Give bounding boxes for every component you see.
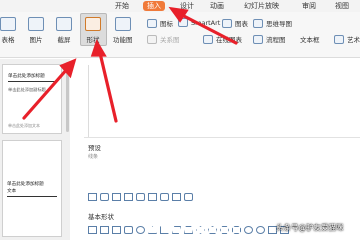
slide-canvas[interactable] xyxy=(71,59,360,137)
pie-shape[interactable] xyxy=(256,226,265,234)
mind-map-button[interactable]: 思维导图 xyxy=(253,18,292,28)
table-icon xyxy=(0,17,16,31)
trapezoid-shape[interactable] xyxy=(184,226,193,234)
flowchart-label: 流程图 xyxy=(266,36,286,44)
online-chart-label: 在线图表 xyxy=(216,36,242,44)
smartart-icon xyxy=(178,18,188,27)
rounded-rectangle-shape[interactable] xyxy=(100,193,109,201)
canvas-guide-line xyxy=(88,65,89,137)
rectangle-shape[interactable] xyxy=(112,193,121,201)
wordart-label: 艺术 xyxy=(347,36,360,44)
wordart-icon xyxy=(334,34,344,44)
shape-button[interactable]: 形状 xyxy=(85,17,101,44)
icon-label: 图标 xyxy=(160,20,173,28)
rectangle-shape[interactable] xyxy=(88,193,97,201)
relation-chart-button[interactable]: 关系图 xyxy=(147,34,180,44)
online-chart-button[interactable]: 在线图表 xyxy=(203,34,242,44)
relation-chart-icon xyxy=(147,34,157,44)
menu-home[interactable]: 开始 xyxy=(115,0,129,12)
slide2-title-line2: 文本 xyxy=(7,189,17,194)
icon-library-icon xyxy=(147,18,157,28)
function-chart-button[interactable]: 功能图 xyxy=(113,17,133,44)
octagon-shape[interactable] xyxy=(232,226,241,234)
slide1-title: 单击此处添加标题 xyxy=(8,74,45,79)
rounded-rectangle-shape[interactable] xyxy=(124,226,133,234)
slide-thumbnail-2[interactable]: 单击此处添加标题 文本 xyxy=(2,140,62,237)
shape-label: 形状 xyxy=(86,36,100,44)
image-label: 图片 xyxy=(29,36,43,44)
mind-map-icon xyxy=(253,18,263,28)
table-label: 表格 xyxy=(1,36,15,44)
image-button[interactable]: 图片 xyxy=(28,17,44,44)
mind-map-label: 思维导图 xyxy=(266,20,292,28)
menu-insert[interactable]: 插入 xyxy=(143,1,165,11)
chart-button[interactable]: 图表 xyxy=(222,18,248,28)
rounded-rectangle-shape[interactable] xyxy=(184,193,193,201)
slide-thumbnail-1[interactable]: 单击此处添加标题 单击此处添加副标题 单击此处添加文本 xyxy=(2,64,62,134)
thumbnail-scrollbar[interactable] xyxy=(66,62,69,132)
rectangle-shape[interactable] xyxy=(124,193,133,201)
textbox-label: 文本框 xyxy=(300,36,320,44)
slide1-divider xyxy=(8,81,56,82)
menu-design[interactable]: 设计 xyxy=(180,0,194,12)
menu-bar: 开始 插入 设计 动画 幻灯片放映 审阅 视图 xyxy=(0,0,360,12)
textbox-shape[interactable] xyxy=(88,226,97,234)
function-chart-label: 功能图 xyxy=(113,36,133,44)
pentagon-shape[interactable] xyxy=(208,226,217,234)
menu-slideshow[interactable]: 幻灯片放映 xyxy=(244,0,279,12)
rectangle-shape[interactable] xyxy=(112,226,121,234)
oval-shape[interactable] xyxy=(136,226,145,234)
screenshot-button[interactable]: 截屏 xyxy=(56,17,72,44)
menu-review[interactable]: 审阅 xyxy=(302,0,316,12)
chart-icon xyxy=(222,18,232,28)
preset-heading: 预设 xyxy=(88,144,101,152)
function-chart-icon xyxy=(114,17,131,31)
preset-shape-row xyxy=(88,193,193,201)
rounded-rectangle-shape[interactable] xyxy=(136,193,145,201)
triangle-shape[interactable] xyxy=(148,226,157,234)
scissors-icon xyxy=(56,17,72,31)
right-triangle-shape[interactable] xyxy=(160,226,169,234)
image-icon xyxy=(28,17,44,31)
flowchart-icon xyxy=(253,34,263,44)
basic-shapes-heading: 基本形状 xyxy=(88,213,114,221)
table-button[interactable]: 表格 xyxy=(0,17,16,44)
slide1-footer: 单击此处添加文本 xyxy=(8,123,40,128)
smartart-label: SmartArt xyxy=(191,18,221,27)
slide2-title: 单击此处添加标题 xyxy=(7,182,44,187)
rounded-rectangle-shape[interactable] xyxy=(160,193,169,201)
rectangle-shape[interactable] xyxy=(148,193,157,201)
menu-animation[interactable]: 动画 xyxy=(210,0,224,12)
menu-view[interactable]: 视图 xyxy=(335,0,349,12)
smartart-button[interactable]: SmartArt xyxy=(178,18,220,27)
app-window: 开始 插入 设计 动画 幻灯片放映 审阅 视图 表格 图片 截屏 形状 功能图 … xyxy=(0,0,360,240)
preset-line-label: 线条 xyxy=(88,154,99,160)
rectangle-shape[interactable] xyxy=(172,193,181,201)
slide1-subtitle: 单击此处添加副标题 xyxy=(8,87,46,92)
shapes-icon xyxy=(85,17,101,31)
slide2-divider xyxy=(7,196,57,197)
icon-button[interactable]: 图标 xyxy=(147,18,173,28)
circle-shape[interactable] xyxy=(244,226,253,234)
wordart-button[interactable]: 艺术 xyxy=(334,34,360,44)
textbox-button[interactable]: 文本框 xyxy=(300,34,320,44)
chart-label: 图表 xyxy=(235,20,248,28)
online-chart-icon xyxy=(203,34,213,44)
screenshot-label: 截屏 xyxy=(57,36,71,44)
parallelogram-shape[interactable] xyxy=(172,226,181,234)
watermark-text: 头条号@驴友爱猫咪 xyxy=(276,223,344,232)
diamond-shape[interactable] xyxy=(196,226,205,234)
hexagon-shape[interactable] xyxy=(220,226,229,234)
basic-shape-row xyxy=(88,226,289,234)
relation-chart-label: 关系图 xyxy=(160,36,180,44)
flowchart-button[interactable]: 流程图 xyxy=(253,34,286,44)
textbox-vertical-shape[interactable] xyxy=(100,226,109,234)
